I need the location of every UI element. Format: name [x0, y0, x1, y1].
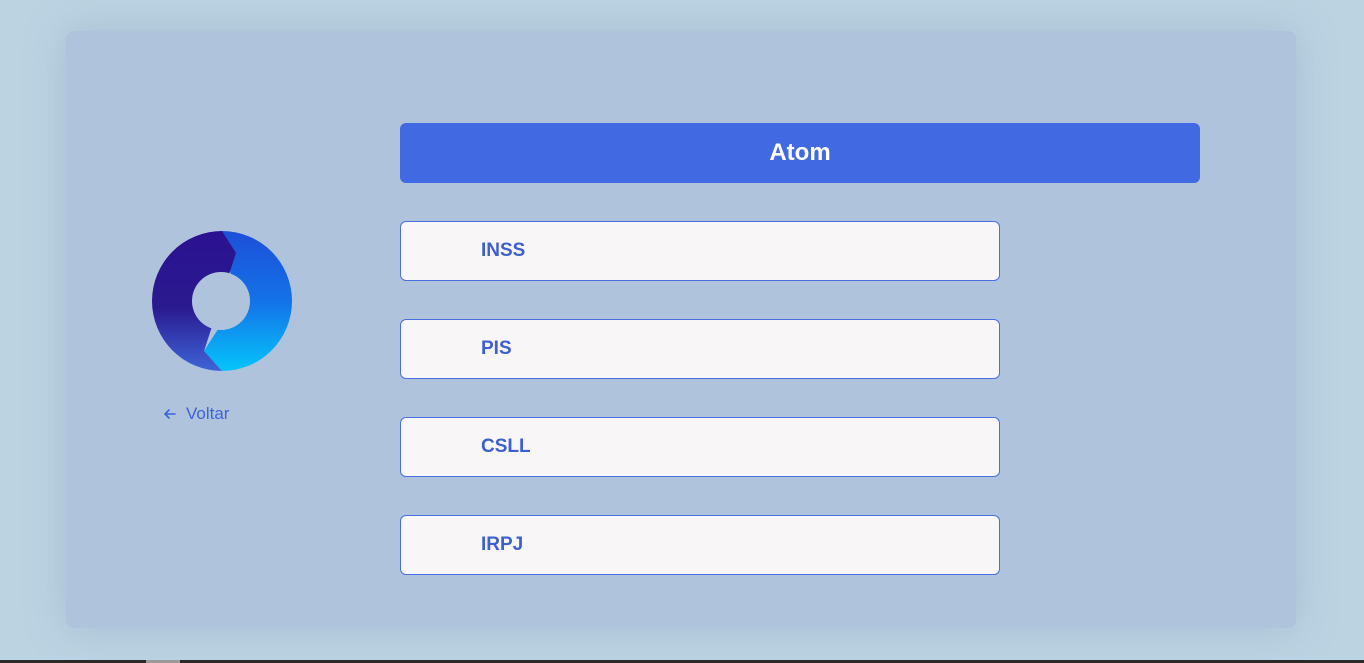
page: Voltar Atom INSS PIS CSLL IRPJ	[0, 0, 1364, 663]
option-inss-button[interactable]: INSS	[400, 221, 1000, 281]
option-label: CSLL	[481, 436, 531, 457]
option-label: IRPJ	[481, 534, 524, 555]
option-label: INSS	[481, 240, 526, 261]
option-pis-button[interactable]: PIS	[400, 319, 1000, 379]
back-link[interactable]: Voltar	[162, 404, 229, 424]
ring-logo-icon	[152, 231, 292, 371]
page-title: Atom	[400, 123, 1200, 183]
option-csll-button[interactable]: CSLL	[400, 417, 1000, 477]
arrow-left-icon	[164, 409, 176, 419]
option-irpj-button[interactable]: IRPJ	[400, 515, 1000, 575]
option-label: PIS	[481, 338, 512, 359]
back-link-label: Voltar	[186, 404, 230, 423]
